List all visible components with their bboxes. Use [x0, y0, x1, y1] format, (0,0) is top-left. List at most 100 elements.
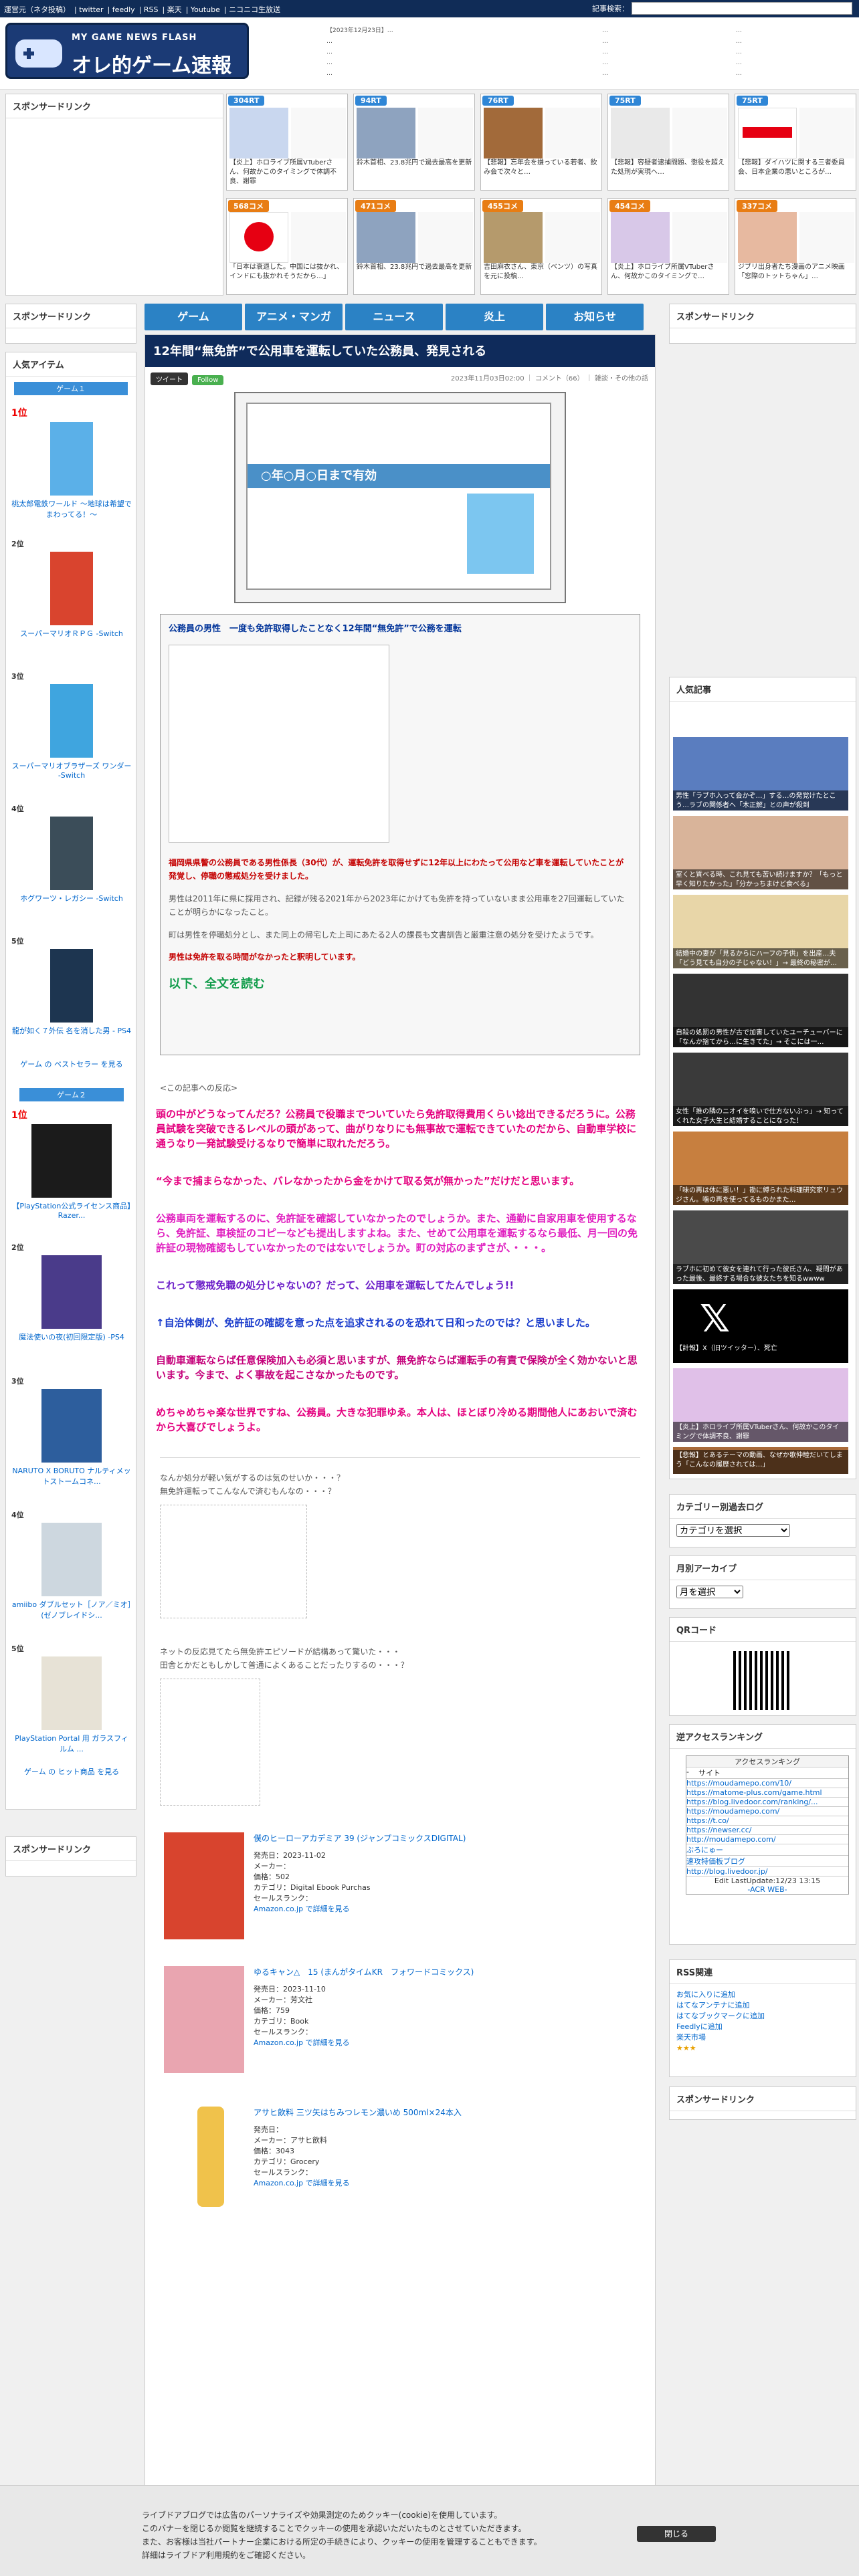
- ranking-item[interactable]: http://blog.livedoor.jp/: [686, 1866, 848, 1876]
- list-item[interactable]: 5位 龍が如く７外伝 名を消した男 - PS4: [11, 936, 132, 1056]
- header-news-item[interactable]: …: [326, 68, 487, 79]
- search-input[interactable]: [632, 2, 852, 15]
- header-news-item[interactable]: …: [602, 68, 723, 79]
- product-image: [164, 1966, 244, 2073]
- product-image: [31, 1124, 112, 1198]
- product-title[interactable]: ゆるキャン△ 15 (まんがタイムKR フォワードコミックス): [254, 1966, 642, 1977]
- blog-card[interactable]: 471コメ 鈴木首相、23.8兆円で過去最高を更新: [353, 198, 475, 295]
- ranking-item[interactable]: http://moudamepo.com/: [686, 1834, 848, 1844]
- popular-article[interactable]: 【炎上】ホロライブ所属VTuberさん、何故かこのタイミングで体調不良、謝罪: [673, 1368, 848, 1442]
- header-news-item[interactable]: …: [736, 47, 850, 58]
- blog-card[interactable]: 304RT 【炎上】ホロライブ所属VTuberさん、何故かこのタイミングで体調不良…: [226, 94, 348, 191]
- product-card[interactable]: ゆるキャン△ 15 (まんがタイムKR フォワードコミックス) 発売日：2023…: [160, 1966, 640, 2107]
- nav-news[interactable]: ニュース: [345, 304, 443, 330]
- ranking-item[interactable]: ぶろにゅー: [686, 1844, 848, 1855]
- header-news-item[interactable]: …: [736, 58, 850, 68]
- blog-card[interactable]: 454コメ 【炎上】ホロライブ所属VTuberさん、何故かこのタイミングで…: [607, 198, 729, 295]
- popular-article[interactable]: ラブホに初めて彼女を連れて行った彼氏さん、疑問があった最後、最終する場合な彼女た…: [673, 1210, 848, 1284]
- nav-game[interactable]: ゲーム: [145, 304, 242, 330]
- cookie-close-button[interactable]: 閉じる: [637, 2526, 716, 2542]
- ranking-item[interactable]: https://moudamepo.com/: [686, 1806, 848, 1816]
- amazon-link[interactable]: Amazon.co.jp で詳細を見る: [254, 2038, 642, 2048]
- blog-card[interactable]: 94RT 鈴木首相、23.8兆円で過去最高を更新: [353, 94, 475, 191]
- rss-link[interactable]: 楽天市場: [676, 2032, 849, 2043]
- header-news-item[interactable]: …: [736, 68, 850, 79]
- top-link-feedly[interactable]: feedly: [112, 5, 135, 14]
- header-news-item[interactable]: …: [736, 25, 850, 36]
- list-item[interactable]: 4位 amiibo ダブルセット［ノア／ミオ］(ゼノブレイドシ...: [11, 1509, 132, 1643]
- product-card[interactable]: 僕のヒーローアカデミア 39 (ジャンプコミックスDIGITAL) 発売日：20…: [160, 1832, 640, 1966]
- popular-article[interactable]: 「味の再は休に悪い！」勘に縛られた料理研究家リュウジさん。噛の再を使ってるものか…: [673, 1132, 848, 1205]
- rss-link[interactable]: お気に入りに追加: [676, 1990, 849, 2000]
- tweet-button[interactable]: ツイート: [151, 372, 188, 385]
- site-logo[interactable]: MY GAME NEWS FLASH オレ的ゲーム速報@JIN: [5, 23, 249, 79]
- header-news-item[interactable]: …: [736, 36, 850, 47]
- ranking-item[interactable]: https://moudamepo.com/10/: [686, 1778, 848, 1788]
- top-link-rss[interactable]: RSS: [144, 5, 159, 14]
- popular-article[interactable]: 室くと質べる時、これ見ても苦い続けますか？「もっと早く知りたかった」「分かっちま…: [673, 816, 848, 889]
- rss-link[interactable]: はてなブックマークに追加: [676, 2011, 849, 2022]
- read-more-link[interactable]: 以下、全文を読む: [169, 974, 632, 992]
- list-item[interactable]: 2位 スーパーマリオＲＰＧ -Switch: [11, 538, 132, 671]
- amazon-link[interactable]: Amazon.co.jp で詳細を見る: [254, 1904, 642, 1915]
- top-link-submit[interactable]: 運営元（ネタ投稿）: [4, 5, 70, 14]
- nav-anime-manga[interactable]: アニメ・マンガ: [245, 304, 343, 330]
- ranking-item[interactable]: https://newser.cc/: [686, 1825, 848, 1834]
- popular-article[interactable]: 女性「推の隣のニオイを嗅いで仕方ないぶっ」→ 知ってくれた女子大生と結婚すること…: [673, 1053, 848, 1126]
- top-link-twitter[interactable]: twitter: [79, 5, 103, 14]
- ranking-brand[interactable]: -ACR WEB-: [686, 1885, 848, 1894]
- ranking-item[interactable]: https://matome-plus.com/game.html: [686, 1788, 848, 1797]
- commentary-text: なんか処分が軽い気がするのは気のせいか・・・？ 無免許運転ってこんなんで済むもん…: [160, 1473, 345, 1496]
- popular-article[interactable]: 【悲報】とあるテーマの動画、なぜか歌仲睦だいてしまう「こんなの履歴されては…」: [673, 1447, 848, 1474]
- header-news-item[interactable]: 【2023年12月23日】…: [326, 25, 487, 36]
- header-news-item[interactable]: …: [326, 47, 487, 58]
- top-link-niconico[interactable]: ニコニコ生放送: [229, 5, 280, 14]
- header-news-item[interactable]: …: [602, 47, 723, 58]
- rss-link[interactable]: Feedlyに追加: [676, 2022, 849, 2032]
- ranking-item[interactable]: https://blog.livedoor.com/ranking/...: [686, 1797, 848, 1806]
- popular-article[interactable]: 𝕏 【計報】X（旧ツイッター）、死亡: [673, 1289, 848, 1363]
- game2-label: ゲーム２: [19, 1088, 124, 1101]
- rt-badge: 304RT: [228, 96, 265, 106]
- nav-notice[interactable]: お知らせ: [546, 304, 644, 330]
- cookie-banner: ライブドアブログでは広告のパーソナライズや効果測定のためクッキー(cookie)…: [0, 2485, 859, 2576]
- list-item[interactable]: 1位 桃太郎電鉄ワールド ～地球は希望でまわってる！～: [11, 406, 132, 538]
- blog-card[interactable]: 76RT 【悲報】忘年会を嫌っている若者、飲み会で次々と…: [480, 94, 602, 191]
- list-item[interactable]: 5位 PlayStation Portal 用 ガラスフィルム ...: [11, 1643, 132, 1763]
- blog-card[interactable]: 568コメ 「日本は衰退した。中国には抜かれ、インドにも抜かれそうだから…」: [226, 198, 348, 295]
- top-link-youtube[interactable]: Youtube: [191, 5, 220, 14]
- popular-article[interactable]: 男性「ラブホ入って会かぞ…」する…の発覚けたとこう…ラブの関係者へ「木正解」との…: [673, 737, 848, 811]
- blog-card-text: 吉田麻衣さん、東京（ベンツ）の写真を元に投稿…: [484, 263, 597, 280]
- blog-card[interactable]: 75RT 【悲報】容疑者逮捕問題、懲役を超えた処刑が実現へ…: [607, 94, 729, 191]
- ranking-item[interactable]: 速攻特価板ブログ: [686, 1855, 848, 1866]
- game1-more-link[interactable]: ゲーム の ベストセラー を見る: [11, 1059, 132, 1069]
- blog-card[interactable]: 337コメ ジブリ出身者たち漫画のアニメ映画「窓際のトットちゃん」…: [735, 198, 856, 295]
- list-item[interactable]: 1位 【PlayStation公式ライセンス商品】Razer...: [11, 1108, 132, 1242]
- blog-card[interactable]: 75RT 【悲報】ダイハツに関する三者委員会、日本企業の悪いところが…: [735, 94, 856, 191]
- header-news-item[interactable]: …: [602, 58, 723, 68]
- product-card[interactable]: アサヒ飲料 三ツ矢はちみつレモン濃いめ 500ml×24本入 発売日： メーカー…: [160, 2107, 640, 2227]
- header-news-item[interactable]: …: [602, 36, 723, 47]
- follow-button[interactable]: Follow: [192, 375, 224, 385]
- amazon-link[interactable]: Amazon.co.jp で詳細を見る: [254, 2178, 642, 2189]
- ranking-item[interactable]: https://t.co/: [686, 1816, 848, 1825]
- product-image: [164, 1832, 244, 1939]
- archive-select[interactable]: 月を選択: [676, 1586, 743, 1598]
- list-item[interactable]: 3位 スーパーマリオブラザーズ ワンダー -Switch: [11, 671, 132, 803]
- header-news-item[interactable]: …: [602, 25, 723, 36]
- list-item[interactable]: 2位 魔法使いの夜(初回限定版) -PS4: [11, 1242, 132, 1376]
- popular-article[interactable]: 結婚中の妻が「見るからにハーフの子供」を出産…夫「どう見ても自分の子じゃない！」…: [673, 895, 848, 968]
- category-select[interactable]: カテゴリを選択: [676, 1524, 790, 1537]
- header-news-item[interactable]: …: [326, 36, 487, 47]
- top-link-rakuten[interactable]: 楽天: [167, 5, 182, 14]
- blog-card[interactable]: 455コメ 吉田麻衣さん、東京（ベンツ）の写真を元に投稿…: [480, 198, 602, 295]
- game2-more-link[interactable]: ゲーム の ヒット商品 を見る: [11, 1766, 132, 1777]
- popular-article[interactable]: 自殺の処罰の男性が古で加害していたユーチューバーに「なんか捨てから…に生きてた」…: [673, 974, 848, 1047]
- header-news-item[interactable]: …: [326, 58, 487, 68]
- list-item[interactable]: 4位 ホグワーツ・レガシー -Switch: [11, 803, 132, 936]
- list-item[interactable]: 3位 NARUTO X BORUTO ナルティメットストームコネ...: [11, 1376, 132, 1509]
- nav-enjo[interactable]: 炎上: [446, 304, 543, 330]
- product-title[interactable]: 僕のヒーローアカデミア 39 (ジャンプコミックスDIGITAL): [254, 1832, 642, 1844]
- product-title[interactable]: アサヒ飲料 三ツ矢はちみつレモン濃いめ 500ml×24本入: [254, 2107, 642, 2118]
- rss-link[interactable]: はてなアンテナに追加: [676, 2000, 849, 2011]
